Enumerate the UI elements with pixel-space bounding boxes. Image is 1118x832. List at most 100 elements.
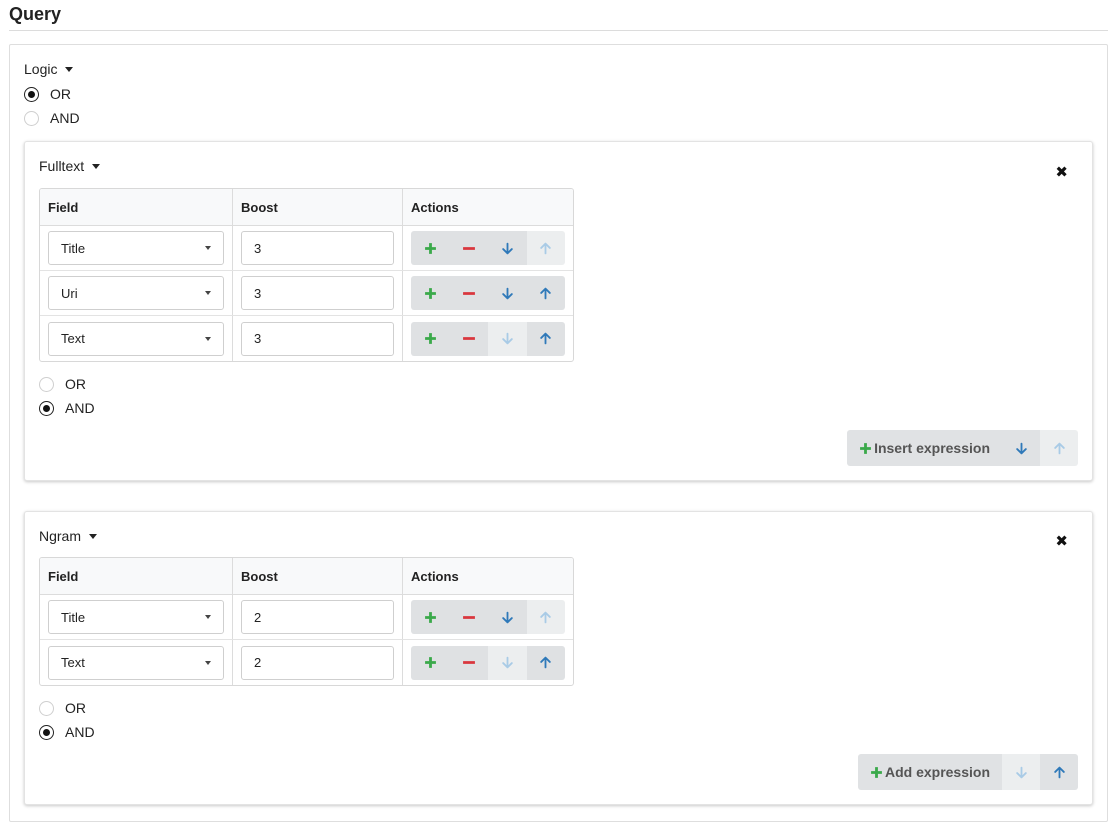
boost-cell: 3 [233,226,403,270]
fulltext-dropdown[interactable]: Fulltext [39,158,101,174]
table-row: Text 3 [40,316,573,361]
field-select-value: Title [61,609,86,625]
remove-row-button[interactable] [449,231,488,265]
radio-button[interactable] [39,376,54,392]
boost-input[interactable]: 3 [241,276,394,310]
move-row-down-button[interactable] [488,600,527,634]
move-row-down-button[interactable] [488,276,527,310]
field-cell: Text [40,316,233,361]
radio-button[interactable] [39,700,54,716]
boost-input[interactable]: 2 [241,645,394,680]
caret-down-icon [205,246,211,250]
table-header: Field Boost Actions [40,558,573,595]
move-up-button[interactable] [1040,754,1078,790]
move-up-button[interactable] [1040,430,1078,466]
boost-cell: 3 [233,271,403,315]
boost-input[interactable]: 3 [241,231,394,265]
remove-row-button[interactable] [449,276,488,310]
radio-button[interactable] [24,86,39,102]
move-row-up-button[interactable] [526,645,565,680]
plus-icon [424,333,436,344]
field-cell: Uri [40,271,233,315]
row-actions [411,321,565,356]
logic-option-or[interactable]: OR [24,86,71,102]
add-row-button[interactable] [411,600,450,634]
caret-down-icon [205,660,211,665]
arrow-down-icon [501,656,513,669]
insert-expression-button[interactable]: Insert expression [847,430,1002,466]
field-select-value: Text [61,655,85,670]
radio-label: OR [50,86,71,102]
add-row-button[interactable] [411,321,450,356]
row-actions [411,600,565,634]
fulltext-option-and[interactable]: AND [39,400,95,416]
move-row-up-button[interactable] [526,600,565,634]
arrow-up-icon [540,287,552,299]
arrow-down-icon [501,242,513,254]
remove-row-button[interactable] [449,321,488,356]
plus-icon [424,287,436,299]
plus-icon [424,657,436,668]
radio-button[interactable] [39,400,54,416]
move-row-down-button[interactable] [488,645,527,680]
arrow-up-icon [540,611,552,623]
plus-icon [424,611,436,623]
boost-value: 3 [254,240,262,256]
move-row-up-button[interactable] [526,276,565,310]
close-icon[interactable]: ✖ [1055,163,1068,181]
table-row: Text 2 [40,640,573,685]
field-cell: Title [40,226,233,270]
move-row-down-button[interactable] [488,321,527,356]
table-row: Title 2 [40,595,573,640]
actions-cell [403,640,573,685]
minus-icon [462,615,475,619]
field-select[interactable]: Uri [48,276,224,310]
field-select[interactable]: Title [48,231,224,265]
ngram-label: Ngram [39,528,82,544]
add-row-button[interactable] [411,276,450,310]
add-row-button[interactable] [411,231,450,265]
move-row-up-button[interactable] [526,321,565,356]
column-header-boost: Boost [233,558,403,594]
add-row-button[interactable] [411,645,450,680]
radio-label: AND [65,400,95,416]
plus-icon [424,242,436,254]
boost-value: 2 [254,609,262,625]
ngram-option-or[interactable]: OR [39,700,86,716]
ngram-expression-buttons: Add expression [857,754,1078,790]
close-icon[interactable]: ✖ [1055,532,1068,550]
field-select[interactable]: Title [48,600,224,634]
logic-option-and[interactable]: AND [24,110,80,126]
column-header-actions: Actions [411,199,459,215]
arrow-down-icon [501,611,513,623]
remove-row-button[interactable] [449,645,488,680]
row-actions [411,231,565,265]
move-down-button[interactable] [1002,430,1040,466]
ngram-dropdown[interactable]: Ngram [39,528,98,544]
caret-down-icon [92,163,101,169]
add-expression-button[interactable]: Add expression [857,754,1002,790]
arrow-up-icon [540,242,552,254]
actions-cell [403,316,573,361]
table-row: Uri 3 [40,271,573,316]
boost-input[interactable]: 3 [241,321,394,356]
fulltext-fields-table: Field Boost Actions Title 3 Uri 3 Text 3 [39,188,574,362]
field-select-value: Text [61,331,85,346]
remove-row-button[interactable] [449,600,488,634]
fulltext-panel: Fulltext ✖ Field Boost Actions Title 3 Uri… [24,141,1093,481]
move-down-button[interactable] [1002,754,1040,790]
move-row-down-button[interactable] [488,231,527,265]
boost-input[interactable]: 2 [241,600,394,634]
ngram-option-and[interactable]: AND [39,724,95,740]
move-row-up-button[interactable] [526,231,565,265]
radio-button[interactable] [24,110,39,126]
field-select[interactable]: Text [48,645,224,680]
fulltext-option-or[interactable]: OR [39,376,86,392]
radio-button[interactable] [39,724,54,740]
boost-value: 2 [254,655,262,670]
logic-dropdown[interactable]: Logic [24,61,74,77]
table-body: Title 2 Text 2 [40,595,573,685]
field-select[interactable]: Text [48,321,224,356]
table-header: Field Boost Actions [40,189,573,226]
arrow-down-icon [1015,766,1027,778]
